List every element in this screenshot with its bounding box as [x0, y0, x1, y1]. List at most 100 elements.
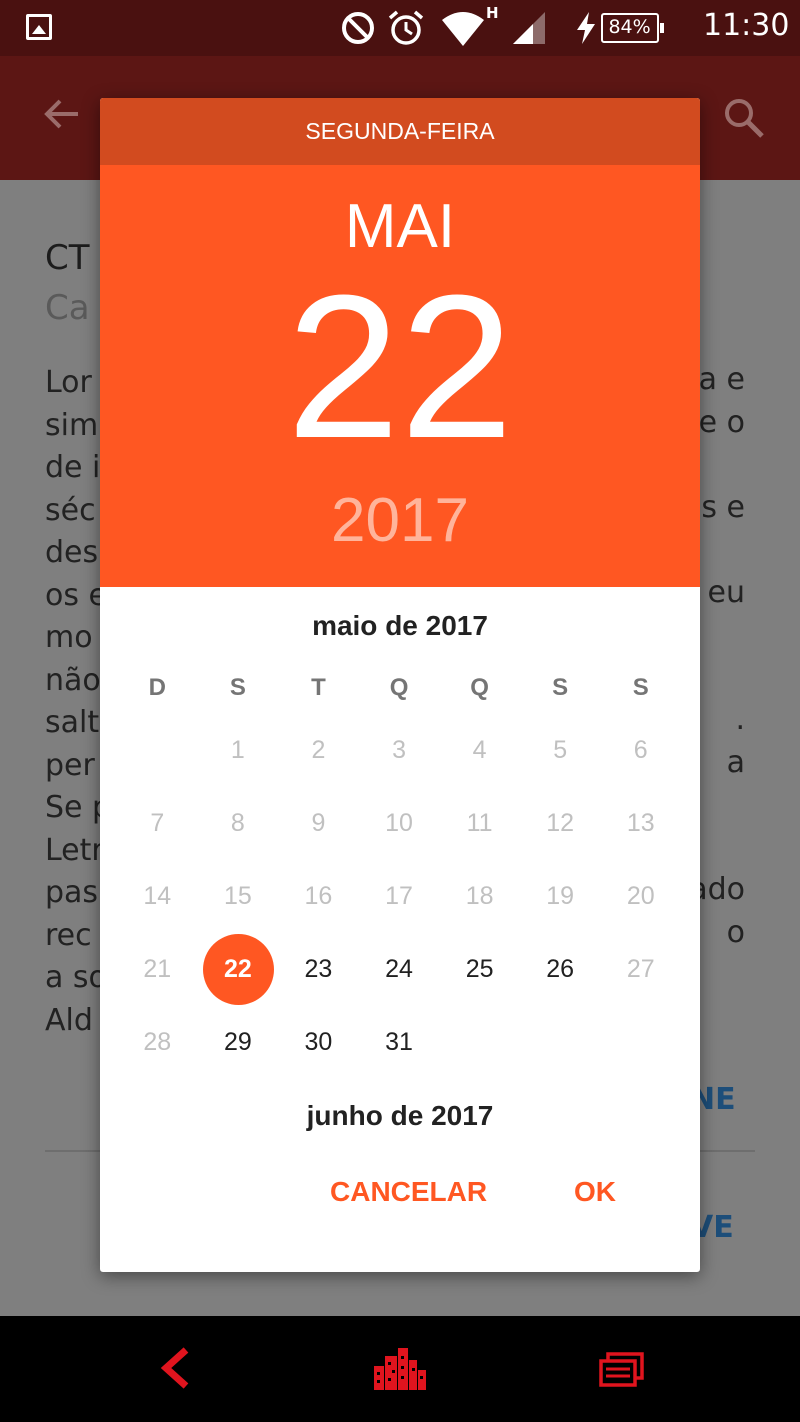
calendar-day-number: 3 [392, 736, 406, 764]
calendar-day[interactable]: 26 [520, 933, 601, 1006]
calendar-day: 19 [520, 860, 601, 933]
weekday-header: S [552, 674, 569, 701]
weekday-header: D [148, 674, 166, 701]
content-text-fragment: o [726, 914, 745, 950]
calendar-day: 14 [117, 860, 198, 933]
calendar-day: 13 [600, 787, 681, 860]
calendar-day: 16 [278, 860, 359, 933]
back-arrow-icon[interactable] [42, 94, 82, 134]
status-bar: H 84% 11:30 [0, 0, 800, 56]
calendar-day-number: 14 [143, 882, 172, 910]
calendar-day-number: 4 [472, 736, 487, 764]
calendar-day-number: 7 [150, 809, 165, 837]
calendar-day: 11 [439, 787, 520, 860]
calendar-day-number: 24 [385, 955, 413, 983]
calendar-day-number: 26 [546, 955, 575, 983]
weekday-headers: DSTQQSS [117, 674, 681, 702]
selected-year[interactable]: 2017 [100, 485, 700, 556]
calendar-day: 15 [198, 860, 279, 933]
calendar-day-number: 9 [311, 809, 326, 837]
content-title: CT [45, 238, 90, 278]
calendar-day: 10 [359, 787, 440, 860]
calendar-day-number: 13 [626, 809, 655, 837]
calendar-empty-cell [117, 714, 198, 787]
selected-day[interactable]: 22 [100, 257, 700, 477]
calendar-day: 12 [520, 787, 601, 860]
signal-icon [512, 12, 545, 44]
date-picker-dialog: SEGUNDA-FEIRA MAI 22 2017 maio de 2017 D… [100, 98, 700, 1272]
wifi-icon [442, 12, 484, 46]
calendar-day: 4 [439, 714, 520, 787]
weekday-header: Q [470, 674, 489, 701]
weekday-header: S [632, 674, 649, 701]
calendar-day: 18 [439, 860, 520, 933]
recent-apps-icon[interactable] [598, 1352, 646, 1388]
calendar-day-number: 31 [385, 1028, 413, 1056]
calendar-day: 3 [359, 714, 440, 787]
calendar-week-row: 1 2 3 4 5 6 [117, 714, 681, 787]
calendar-day[interactable]: 23 [278, 933, 359, 1006]
calendar-day: 2 [278, 714, 359, 787]
calendar-day: 5 [520, 714, 601, 787]
calendar-day[interactable]: 31 [359, 1006, 440, 1079]
calendar-day-number: 2 [311, 736, 326, 764]
date-header: MAI 22 2017 [100, 165, 700, 587]
calendar-week-row: 28 29 30 31 [117, 1006, 681, 1079]
calendar-day-number: 16 [304, 882, 333, 910]
calendar-day-number: 17 [385, 882, 413, 910]
calendar-day-number: 25 [465, 955, 494, 983]
battery-icon: 84% [600, 13, 664, 43]
calendar-grid: 1 2 3 4 5 6 7 8 9 10 11 12 13 14 15 16 17 18 19 20 21 22 23 24 2… [117, 714, 681, 1079]
calendar-day[interactable]: 30 [278, 1006, 359, 1079]
selected-month[interactable]: MAI [100, 191, 700, 262]
calendar-day-number: 27 [626, 955, 655, 983]
ok-button[interactable]: OK [574, 1176, 616, 1208]
do-not-disturb-icon [342, 12, 374, 44]
status-icons: H 84% [338, 4, 664, 50]
calendar-empty-cell [520, 1006, 601, 1079]
calendar-day-number: 21 [143, 955, 172, 983]
calendar-day[interactable]: 24 [359, 933, 440, 1006]
calendar-day-number: 5 [553, 736, 568, 764]
next-month-title: junho de 2017 [306, 1100, 494, 1131]
calendar-day: 9 [278, 787, 359, 860]
calendar-empty-cell [439, 1006, 520, 1079]
content-subtitle: Ca [45, 288, 90, 328]
calendar-day[interactable]: 29 [198, 1006, 279, 1079]
calendar-day[interactable]: 25 [439, 933, 520, 1006]
calendar-week-row: 7 8 9 10 11 12 13 [117, 787, 681, 860]
calendar-day: 7 [117, 787, 198, 860]
content-text-fragment: . [735, 702, 745, 737]
calendar-month-title: maio de 2017 [312, 610, 488, 641]
calendar-day: 21 [117, 933, 198, 1006]
calendar-day: 6 [600, 714, 681, 787]
calendar-day-selected[interactable]: 22 [198, 933, 279, 1006]
calendar-day: 17 [359, 860, 440, 933]
back-arrow-icon[interactable] [154, 1346, 198, 1390]
calendar-day-number: 15 [223, 882, 252, 910]
content-text-fragment: a [726, 744, 745, 780]
calendar-day-number: 1 [230, 736, 245, 764]
calendar-day-number: 20 [626, 882, 655, 910]
content-text-fragment: e o [698, 404, 745, 440]
selected-weekday: SEGUNDA-FEIRA [100, 98, 700, 165]
calendar-day-number: 29 [223, 1028, 252, 1056]
calendar-day-number: 28 [143, 1028, 172, 1056]
calendar-empty-cell [600, 1006, 681, 1079]
calendar-day-number: 6 [633, 736, 648, 764]
city-home-icon[interactable] [372, 1346, 428, 1392]
charging-icon [576, 12, 595, 44]
calendar-day-number: 12 [546, 809, 575, 837]
clock: 11:30 [703, 8, 790, 43]
search-icon[interactable] [722, 96, 766, 140]
calendar-day: 27 [600, 933, 681, 1006]
weekday-header: S [229, 674, 246, 701]
calendar-week-row: 14 15 16 17 18 19 20 [117, 860, 681, 933]
calendar-day-number: 10 [385, 809, 413, 837]
cancel-button[interactable]: CANCELAR [330, 1176, 487, 1208]
calendar-day: 20 [600, 860, 681, 933]
weekday-header: Q [389, 674, 409, 701]
gallery-icon [26, 14, 52, 40]
navigation-bar [0, 1316, 800, 1422]
calendar-week-row: 21 22 23 24 25 26 27 [117, 933, 681, 1006]
